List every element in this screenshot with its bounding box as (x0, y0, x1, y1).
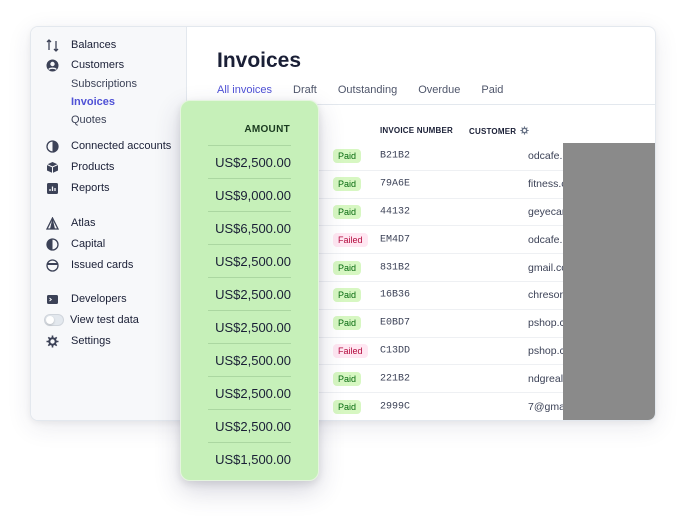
tab-paid[interactable]: Paid (481, 84, 503, 96)
column-header-customer[interactable]: CUSTOMER (469, 126, 529, 137)
invoice-number: 16B36 (380, 289, 411, 301)
invoice-number: 44132 (380, 206, 411, 218)
sidebar-subitem-subscriptions[interactable]: Subscriptions (71, 78, 137, 90)
atlas-icon (46, 216, 59, 230)
status-badge: Paid (333, 204, 362, 219)
sidebar-item-settings[interactable]: Settings (46, 332, 111, 350)
status-badge: Paid (333, 371, 362, 386)
gear-icon[interactable] (520, 126, 529, 137)
sidebar-item-reports[interactable]: Reports (46, 179, 110, 197)
sidebar: Balances Customers Subscriptions Invoice… (31, 27, 187, 420)
status-badge: Paid (333, 288, 362, 303)
sidebar-item-capital[interactable]: Capital (46, 235, 105, 253)
amount-value: US$2,500.00 (208, 409, 291, 442)
amount-value: US$6,500.00 (208, 211, 291, 244)
sidebar-item-label: Issued cards (71, 259, 134, 271)
amount-value: US$2,500.00 (208, 343, 291, 376)
sidebar-item-label: Customers (71, 59, 125, 71)
amount-column-highlight: AMOUNT US$2,500.00 US$9,000.00 US$6,500.… (180, 100, 319, 481)
amount-value: US$2,500.00 (208, 244, 291, 277)
status-badge: Failed (333, 343, 368, 358)
customer-icon (46, 59, 59, 72)
sidebar-subitem-invoices[interactable]: Invoices (71, 96, 115, 108)
sidebar-item-label: Balances (71, 39, 117, 51)
invoice-number: 221B2 (380, 373, 411, 385)
gear-icon (46, 335, 59, 348)
column-header-amount[interactable]: AMOUNT (244, 124, 290, 135)
invoice-number: 2999C (380, 401, 411, 413)
invoice-number: 831B2 (380, 262, 411, 274)
column-header-invoice-number[interactable]: INVOICE NUMBER (380, 126, 453, 135)
sidebar-item-customers[interactable]: Customers (46, 56, 124, 74)
page-title: Invoices (217, 49, 302, 72)
status-badge: Paid (333, 177, 362, 192)
invoice-number: 79A6E (380, 178, 411, 190)
sidebar-item-issued-cards[interactable]: Issued cards (46, 256, 133, 274)
invoice-number: C13DD (380, 345, 411, 357)
column-header-label: CUSTOMER (469, 127, 517, 136)
view-test-data-toggle[interactable]: View test data (44, 311, 139, 329)
status-badge: Paid (333, 149, 362, 164)
toggle-switch[interactable] (44, 314, 64, 326)
invoice-number: E0BD7 (380, 317, 411, 329)
sidebar-item-label: Connected accounts (71, 140, 172, 152)
sidebar-item-atlas[interactable]: Atlas (46, 214, 95, 232)
connected-accounts-icon (46, 139, 59, 153)
capital-icon (46, 237, 59, 251)
issued-cards-icon (46, 258, 59, 272)
balances-icon (46, 38, 59, 52)
invoice-number: EM4D7 (380, 234, 411, 246)
sidebar-item-label: Reports (71, 182, 110, 194)
sidebar-item-label: Capital (71, 238, 106, 250)
amount-value: US$2,500.00 (208, 145, 291, 178)
sidebar-subitem-quotes[interactable]: Quotes (71, 114, 106, 126)
sidebar-item-developers[interactable]: Developers (46, 290, 127, 308)
amount-value: US$2,500.00 (208, 310, 291, 343)
tab-outstanding[interactable]: Outstanding (338, 84, 397, 96)
sidebar-item-balances[interactable]: Balances (46, 36, 116, 54)
developers-icon (46, 293, 59, 306)
redaction-block (563, 143, 655, 420)
sidebar-item-label: View test data (70, 314, 139, 326)
dashboard-window: Balances Customers Subscriptions Invoice… (30, 26, 656, 421)
amount-value: US$2,500.00 (208, 376, 291, 409)
amount-list: US$2,500.00 US$9,000.00 US$6,500.00 US$2… (208, 145, 291, 475)
sidebar-item-connected-accounts[interactable]: Connected accounts (46, 137, 171, 155)
status-badge: Paid (333, 260, 362, 275)
products-icon (46, 161, 59, 174)
amount-value: US$1,500.00 (208, 442, 291, 475)
status-badge: Failed (333, 232, 368, 247)
sidebar-item-products[interactable]: Products (46, 158, 114, 176)
reports-icon (46, 182, 59, 195)
status-badge: Paid (333, 316, 362, 331)
sidebar-item-label: Products (71, 161, 115, 173)
amount-value: US$2,500.00 (208, 277, 291, 310)
invoice-tabs: All invoices Draft Outstanding Overdue P… (217, 84, 524, 96)
sidebar-item-label: Atlas (71, 217, 96, 229)
status-badge: Paid (333, 399, 362, 414)
amount-value: US$9,000.00 (208, 178, 291, 211)
tab-overdue[interactable]: Overdue (418, 84, 460, 96)
sidebar-item-label: Settings (71, 335, 111, 347)
invoice-number: B21B2 (380, 150, 411, 162)
tab-all-invoices[interactable]: All invoices (217, 84, 272, 96)
sidebar-item-label: Developers (71, 293, 127, 305)
tab-draft[interactable]: Draft (293, 84, 317, 96)
